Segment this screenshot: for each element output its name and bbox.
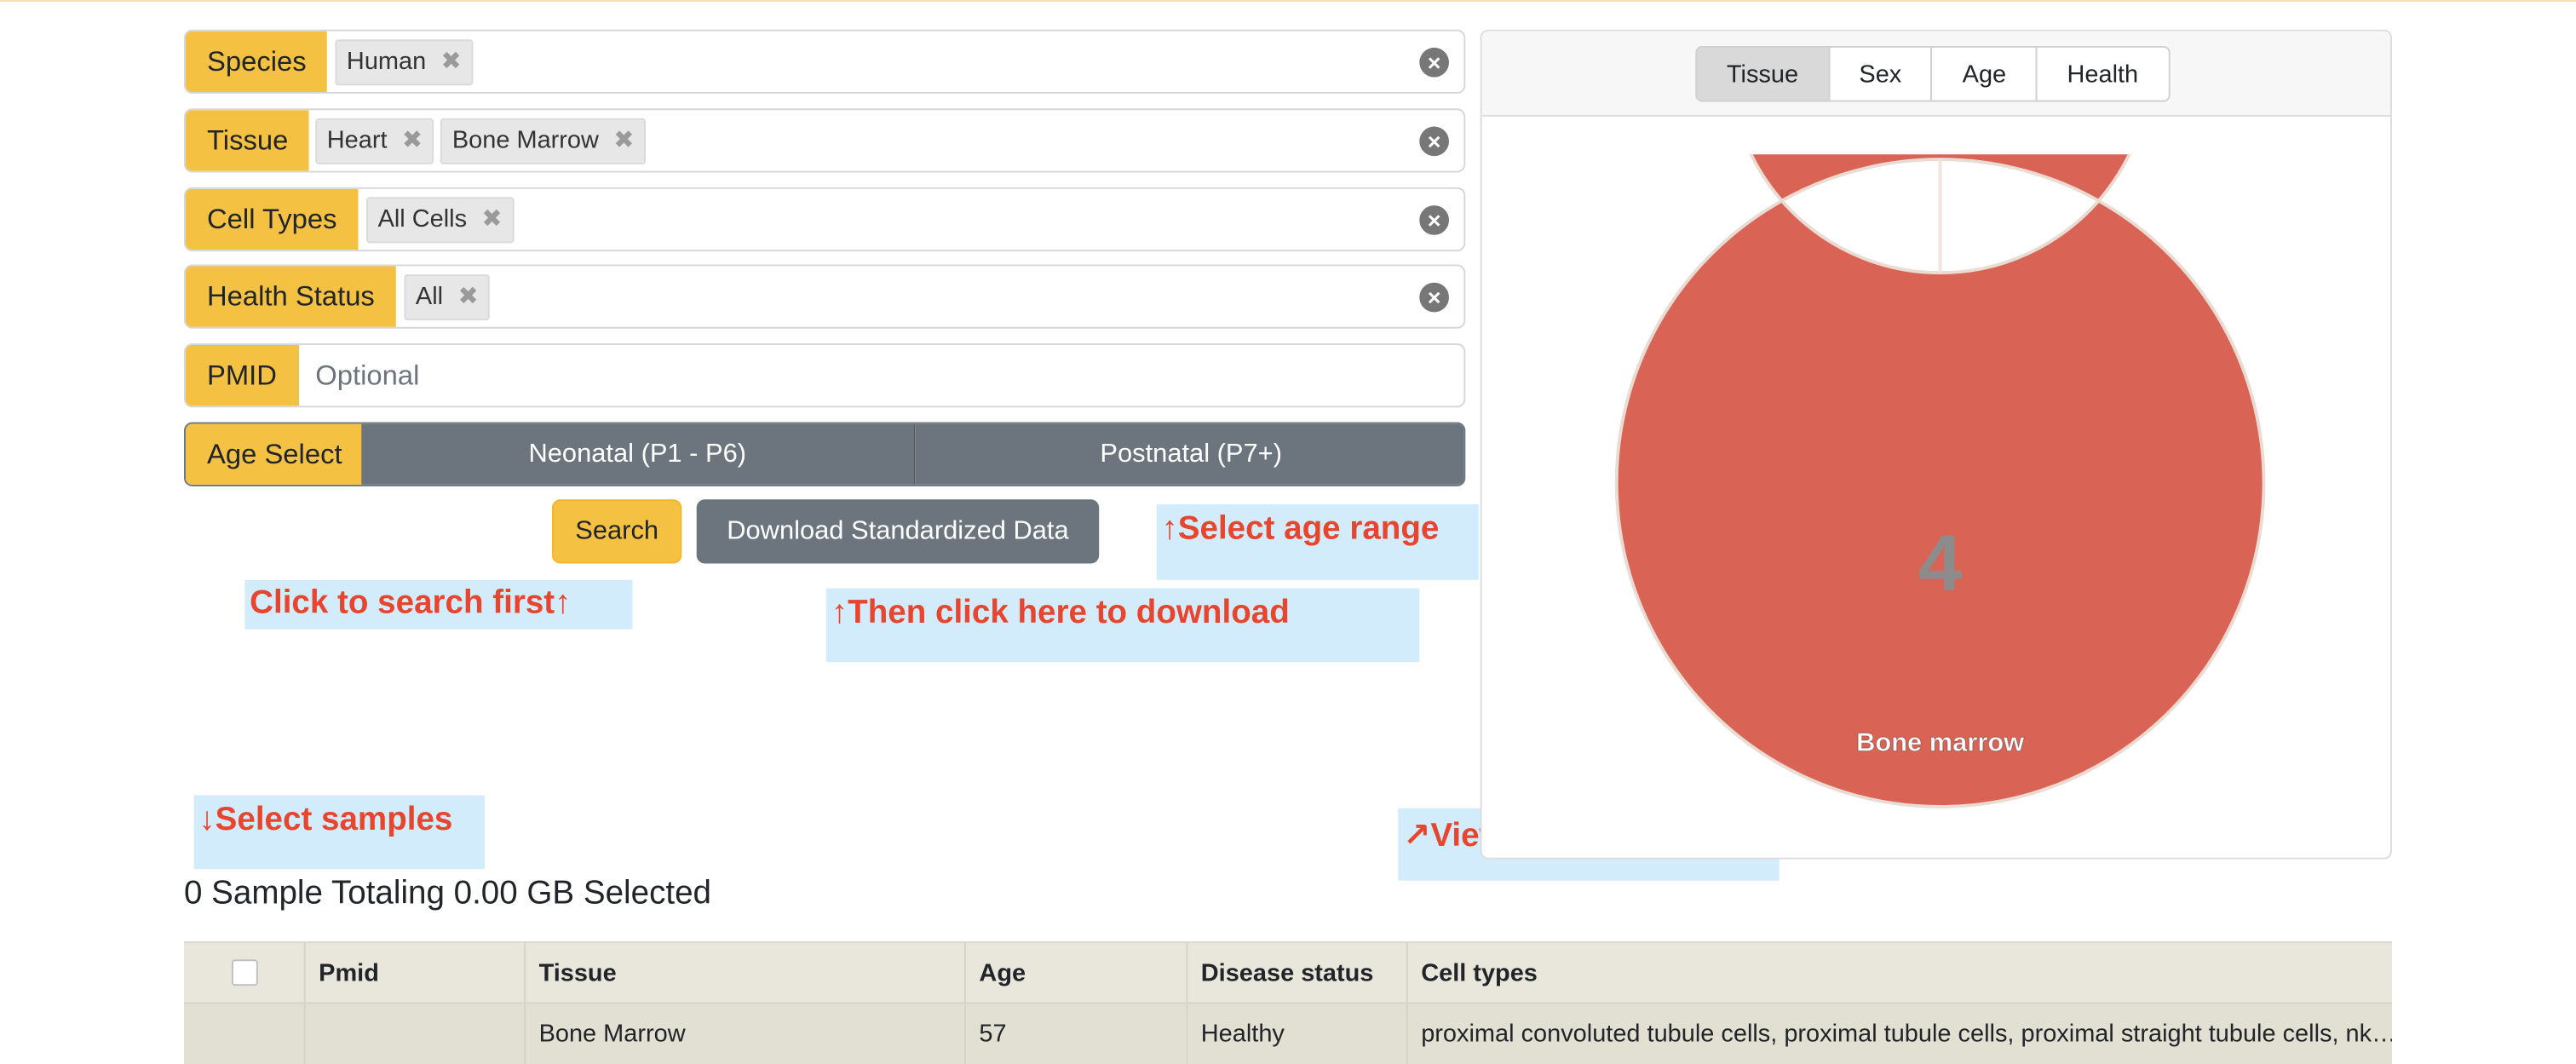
download-standardized-data-button[interactable]: Download Standardized Data (696, 499, 1100, 564)
hint-search-first: Click to search first↑ (244, 579, 633, 630)
tab-health[interactable]: Health (2035, 45, 2170, 102)
remove-chip-icon[interactable]: ✖ (613, 128, 634, 152)
hint-then-download: ↑Then click here to download (826, 588, 1420, 663)
clear-species-icon[interactable]: × (1419, 47, 1449, 78)
column-header-tissue[interactable]: Tissue (526, 942, 966, 1003)
select-all-checkbox[interactable] (230, 959, 257, 986)
species-label: Species (185, 31, 328, 92)
pmid-label: PMID (185, 344, 299, 406)
chart-title: Total Samples (1764, 452, 2117, 511)
cell-age: 57 (966, 1004, 1188, 1064)
pmid-field[interactable]: PMID Optional (183, 343, 1466, 408)
select-all-cell (184, 942, 306, 1003)
pmid-input[interactable]: Optional (315, 345, 419, 405)
table-header: Pmid Tissue Age Disease status Cell type… (183, 941, 2392, 1003)
cell-types-chip-all-cells[interactable]: All Cells ✖ (366, 196, 515, 243)
hint-select-samples: ↓Select samples (193, 795, 485, 870)
search-button[interactable]: Search (551, 499, 682, 564)
species-filter[interactable]: Species Human ✖ × (183, 29, 1466, 94)
cell-disease-status: Healthy (1187, 1004, 1408, 1064)
tissue-chip-heart[interactable]: Heart ✖ (315, 117, 434, 164)
tissue-label: Tissue (185, 110, 310, 171)
tab-age[interactable]: Age (1931, 45, 2038, 102)
cell-pmid (306, 1004, 526, 1064)
remove-chip-icon[interactable]: ✖ (481, 207, 502, 232)
column-header-age[interactable]: Age (966, 942, 1188, 1003)
table-row[interactable]: Bone Marrow 57 Healthy proximal convolut… (183, 1002, 2392, 1064)
clear-tissue-icon[interactable]: × (1419, 126, 1449, 157)
donut-slice-label: Bone marrow (1856, 727, 2025, 756)
remove-chip-icon[interactable]: ✖ (402, 128, 423, 152)
cell-tissue: Bone Marrow (526, 1004, 966, 1064)
chart-total-value: 4 (1918, 518, 1962, 607)
age-select[interactable]: Age Select Neonatal (P1 - P6) Postnatal … (183, 422, 1466, 486)
age-select-label: Age Select (185, 423, 364, 485)
samples-table: Pmid Tissue Age Disease status Cell type… (183, 941, 2392, 1064)
remove-chip-icon[interactable]: ✖ (441, 49, 462, 74)
cell-cell-types: proximal convoluted tubule cells, proxim… (1421, 1019, 2392, 1048)
hint-select-age-range: ↑Select age range (1156, 504, 1479, 580)
tissue-filter[interactable]: Tissue Heart ✖ Bone Marrow ✖ × (183, 108, 1466, 173)
health-status-chip-all[interactable]: All ✖ (404, 273, 491, 320)
remove-chip-icon[interactable]: ✖ (457, 285, 478, 309)
tab-sex[interactable]: Sex (1827, 45, 1933, 102)
donut-chart: Total Samples 4 Bone marrow (1614, 154, 2266, 808)
age-option-neonatal[interactable]: Neonatal (P1 - P6) (361, 423, 914, 485)
clear-cell-types-icon[interactable]: × (1419, 205, 1449, 235)
chart-tabs: Tissue Sex Age Health (1695, 45, 2170, 102)
chart-panel: Tissue Sex Age Health Total Samples 4 Bo… (1480, 29, 2392, 860)
top-border (0, 0, 2576, 2)
chart-panel-header: Tissue Sex Age Health (1481, 31, 2391, 117)
species-chip-human[interactable]: Human ✖ (335, 38, 474, 85)
age-option-postnatal[interactable]: Postnatal (P7+) (915, 423, 1464, 485)
row-select-cell[interactable] (184, 1004, 306, 1064)
health-status-label: Health Status (185, 266, 396, 327)
column-header-cell-types[interactable]: Cell types (1408, 943, 2392, 1002)
selection-summary: 0 Sample Totaling 0.00 GB Selected (183, 875, 711, 912)
cell-types-label: Cell Types (185, 188, 359, 250)
cell-types-filter[interactable]: Cell Types All Cells ✖ × (183, 187, 1466, 252)
column-header-disease-status[interactable]: Disease status (1187, 942, 1408, 1003)
tab-tissue[interactable]: Tissue (1695, 45, 1830, 102)
tissue-chip-bone-marrow[interactable]: Bone Marrow ✖ (440, 117, 647, 164)
column-header-pmid[interactable]: Pmid (306, 942, 526, 1003)
clear-health-status-icon[interactable]: × (1419, 282, 1449, 313)
health-status-filter[interactable]: Health Status All ✖ × (183, 264, 1466, 329)
